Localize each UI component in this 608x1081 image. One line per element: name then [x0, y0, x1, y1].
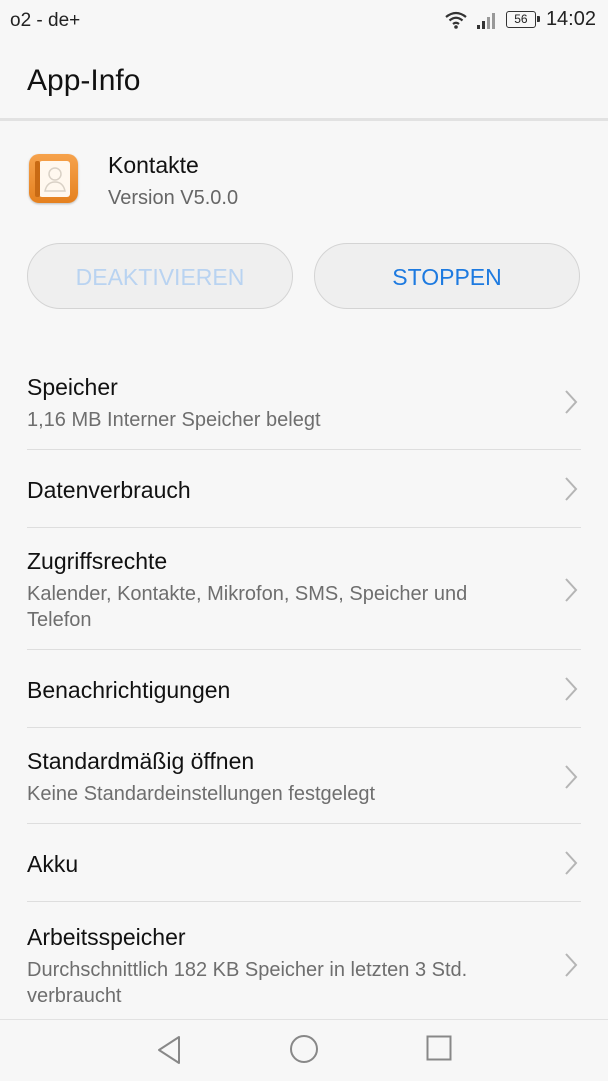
settings-item-title: Datenverbrauch [27, 477, 191, 503]
chevron-right-icon [565, 477, 578, 501]
stop-button[interactable]: STOPPEN [314, 243, 580, 309]
navigation-bar [0, 1019, 608, 1081]
signal-icon [476, 12, 495, 29]
clock: 14:02 [545, 8, 596, 30]
settings-item-standardmaessig-oeffnen[interactable]: Standardmäßig öffnen Keine Standardeinst… [0, 728, 608, 823]
settings-item-title: Akku [27, 851, 79, 877]
settings-item-zugriffsrechte[interactable]: Zugriffsrechte Kalender, Kontakte, Mikro… [0, 528, 608, 649]
settings-item-benachrichtigungen[interactable]: Benachrichtigungen [0, 650, 608, 727]
chevron-right-icon [565, 953, 578, 977]
carrier-name: o2 - de+ [10, 10, 81, 31]
page-title: App-Info [27, 64, 141, 97]
back-icon[interactable] [155, 1034, 183, 1066]
chevron-right-icon [565, 677, 578, 701]
contacts-app-icon [29, 154, 78, 203]
settings-item-title: Benachrichtigungen [27, 677, 231, 703]
settings-item-subtitle: Durchschnittlich 182 KB Speicher in letz… [27, 959, 468, 1007]
app-header: Kontakte Version V5.0.0 [0, 140, 608, 230]
settings-list: Speicher 1,16 MB Interner Speicher beleg… [0, 350, 608, 1022]
settings-item-title: Zugriffsrechte [27, 548, 168, 574]
settings-item-subtitle: Keine Standardeinstellungen festgelegt [27, 783, 376, 805]
settings-item-title: Arbeitsspeicher [27, 924, 186, 950]
recents-icon[interactable] [426, 1034, 452, 1062]
app-name: Kontakte [108, 152, 199, 178]
deactivate-button[interactable]: DEAKTIVIEREN [27, 243, 293, 309]
contacts-spine [35, 161, 40, 197]
app-version: Version V5.0.0 [108, 187, 239, 209]
settings-item-title: Standardmäßig öffnen [27, 748, 255, 774]
status-bar: o2 - de+ 56 14:02 [0, 0, 608, 44]
settings-item-subtitle: Kalender, Kontakte, Mikrofon, SMS, Speic… [27, 583, 468, 631]
settings-item-arbeitsspeicher[interactable]: Arbeitsspeicher Durchschnittlich 182 KB … [0, 902, 608, 1022]
chevron-right-icon [565, 578, 578, 602]
person-icon [44, 167, 66, 192]
status-icons: 56 14:02 [444, 8, 596, 31]
settings-item-akku[interactable]: Akku [0, 824, 608, 901]
wifi-icon [445, 11, 467, 29]
chevron-right-icon [565, 390, 578, 414]
title-divider [0, 118, 608, 121]
home-icon[interactable] [289, 1034, 319, 1064]
settings-item-datenverbrauch[interactable]: Datenverbrauch [0, 450, 608, 527]
chevron-right-icon [565, 851, 578, 875]
title-bar: App-Info [0, 44, 608, 118]
settings-item-subtitle: 1,16 MB Interner Speicher belegt [27, 409, 321, 431]
settings-item-speicher[interactable]: Speicher 1,16 MB Interner Speicher beleg… [0, 350, 608, 449]
settings-item-title: Speicher [27, 374, 118, 400]
contacts-page [39, 161, 70, 197]
battery-icon: 56 [505, 11, 540, 28]
chevron-right-icon [565, 765, 578, 789]
